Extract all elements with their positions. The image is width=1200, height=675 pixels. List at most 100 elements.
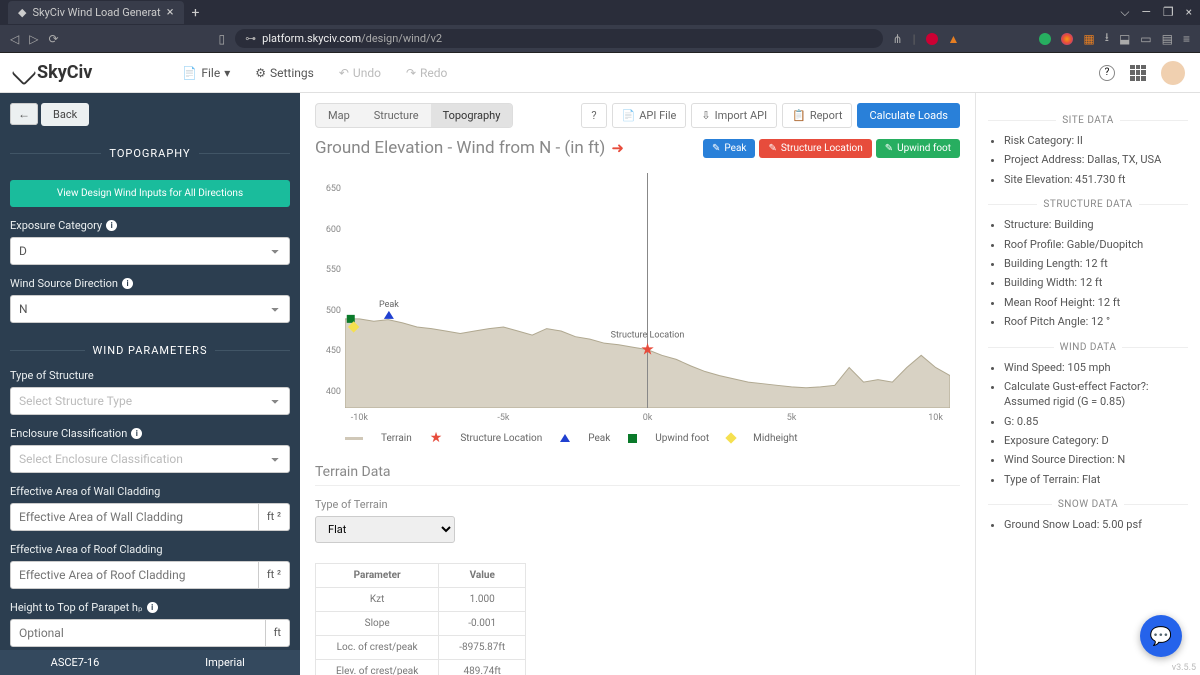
back-button[interactable]: Back (41, 103, 89, 126)
list-item: Building Length: 12 ft (1004, 256, 1188, 271)
ext-icon-5[interactable]: ▦ (1083, 32, 1094, 46)
list-item: Mean Roof Height: 12 ft (1004, 295, 1188, 310)
square-icon (628, 434, 637, 443)
ext-icon-9[interactable]: ▤ (1162, 32, 1173, 46)
close-tab-icon[interactable]: × (167, 5, 174, 20)
elevation-chart[interactable]: 400450500550600650 ★PeakStructure Locati… (315, 168, 960, 428)
terrain-data-header: Terrain Data (315, 464, 960, 486)
wind-params-header: WIND PARAMETERS (10, 337, 290, 351)
browser-tab[interactable]: ◆SkyCiv Wind Load Generat × (8, 1, 184, 24)
list-item: Structure: Building (1004, 217, 1188, 232)
tab-structure[interactable]: Structure (362, 104, 431, 127)
bookmark-icon[interactable]: ▯ (219, 32, 226, 46)
roof-cladding-label: Effective Area of Roof Cladding (10, 543, 290, 556)
parapet-input[interactable] (10, 619, 266, 647)
view-design-inputs-button[interactable]: View Design Wind Inputs for All Directio… (10, 180, 290, 207)
back-arrow-icon[interactable]: ← (10, 103, 38, 125)
table-row: Kzt1.000 (316, 588, 526, 612)
bottom-toggle: ASCE7-16 Imperial (0, 650, 300, 675)
nav-reload-icon[interactable]: ⟳ (48, 32, 58, 46)
table-row: Loc. of crest/peak-8975.87ft (316, 636, 526, 660)
parapet-label: Height to Top of Parapet hₚi (10, 601, 290, 614)
unit-label: ft ² (259, 503, 290, 531)
ext-icon-7[interactable]: ⬓ (1119, 32, 1130, 46)
sidebar: ← Back TOPOGRAPHY View Design Wind Input… (0, 93, 300, 675)
wall-cladding-input[interactable] (10, 503, 259, 531)
api-file-button[interactable]: 📄 API File (612, 103, 687, 128)
info-icon[interactable]: i (106, 220, 117, 231)
units-toggle[interactable]: Imperial (150, 650, 300, 675)
info-icon[interactable]: i (122, 278, 133, 289)
arrow-right-icon: ➜ (611, 139, 624, 157)
svg-text:Peak: Peak (379, 300, 399, 310)
user-avatar[interactable] (1161, 61, 1185, 85)
version-label: v3.5.5 (1172, 663, 1196, 673)
ext-icon-4[interactable] (1061, 33, 1073, 45)
wind-direction-select[interactable]: N (10, 295, 290, 323)
ext-icon-1[interactable] (926, 33, 938, 45)
view-tabs: Map Structure Topography (315, 103, 513, 128)
code-toggle[interactable]: ASCE7-16 (0, 650, 150, 675)
import-api-button[interactable]: ⇩ Import API (691, 103, 777, 128)
structure-data-header: STRUCTURE DATA (988, 193, 1188, 205)
site-data-header: SITE DATA (988, 109, 1188, 121)
star-icon: ★ (430, 430, 443, 446)
info-icon[interactable]: i (131, 428, 142, 439)
menu-icon[interactable]: ≡ (1183, 32, 1190, 46)
terrain-type-select[interactable]: Flat (315, 516, 455, 543)
help-icon[interactable]: ? (1099, 65, 1115, 81)
window-minimize-icon[interactable]: — (1141, 5, 1150, 20)
file-menu[interactable]: 📄 File ▾ (182, 66, 230, 80)
list-item: Roof Pitch Angle: 12 ° (1004, 314, 1188, 329)
window-restore-icon[interactable]: ❐ (1163, 5, 1174, 20)
list-item: Building Width: 12 ft (1004, 275, 1188, 290)
report-button[interactable]: 📋 Report (782, 103, 852, 128)
tab-topography[interactable]: Topography (431, 104, 513, 127)
type-structure-label: Type of Structure (10, 369, 290, 382)
browser-tab-bar: ◆SkyCiv Wind Load Generat × + ⌵ — ❐ × (0, 0, 1200, 25)
share-icon[interactable]: ⋔ (893, 32, 903, 46)
nav-fwd-icon[interactable]: ▷ (29, 32, 38, 46)
diamond-icon (725, 432, 736, 443)
terrain-swatch (345, 437, 363, 440)
svg-text:★: ★ (640, 340, 654, 359)
roof-cladding-input[interactable] (10, 561, 259, 589)
calculate-loads-button[interactable]: Calculate Loads (857, 103, 960, 128)
wind-direction-label: Wind Source Directioni (10, 277, 290, 290)
peak-badge[interactable]: ✎ Peak (703, 139, 755, 158)
window-close-icon[interactable]: × (1186, 5, 1192, 20)
structure-location-badge[interactable]: ✎ Structure Location (759, 139, 871, 158)
ext-icon-6[interactable]: ⭳ (1105, 28, 1109, 49)
exposure-category-select[interactable]: D (10, 237, 290, 265)
settings-menu[interactable]: ⚙ Settings (255, 66, 314, 80)
upwind-foot-badge[interactable]: ✎ Upwind foot (876, 139, 960, 158)
browser-url-bar: ◁ ▷ ⟳ ▯ ⊶ platform.skyciv.com/design/win… (0, 25, 1200, 53)
topography-header: TOPOGRAPHY (10, 140, 290, 154)
exposure-category-label: Exposure Categoryi (10, 219, 290, 232)
site-settings-icon[interactable]: ⊶ (245, 32, 256, 45)
unit-label: ft ² (259, 561, 290, 589)
list-item: Risk Category: II (1004, 133, 1188, 148)
info-icon[interactable]: i (147, 602, 158, 613)
type-structure-select[interactable]: Select Structure Type (10, 387, 290, 415)
ext-icon-2[interactable]: ▲ (948, 32, 960, 46)
list-item: Exposure Category: D (1004, 433, 1188, 448)
app-toolbar: SkyCiv 📄 File ▾ ⚙ Settings ↶ Undo ↷ Redo… (0, 53, 1200, 93)
chat-bubble-icon[interactable]: 💬 (1140, 615, 1182, 657)
list-item: Ground Snow Load: 5.00 psf (1004, 517, 1188, 532)
redo-button[interactable]: ↷ Redo (406, 66, 447, 80)
enclosure-select[interactable]: Select Enclosure Classification (10, 445, 290, 473)
ext-icon-3[interactable] (1039, 33, 1051, 45)
ext-icon-8[interactable]: ▭ (1140, 32, 1151, 46)
help-button[interactable]: ? (581, 103, 606, 128)
tab-map[interactable]: Map (316, 104, 362, 127)
url-field[interactable]: ⊶ platform.skyciv.com/design/wind/v2 (235, 29, 882, 48)
apps-icon[interactable] (1130, 65, 1146, 81)
undo-button[interactable]: ↶ Undo (339, 66, 381, 80)
brand-logo[interactable]: SkyCiv (15, 62, 92, 83)
nav-back-icon[interactable]: ◁ (10, 32, 19, 46)
terrain-type-label: Type of Terrain (315, 498, 960, 511)
caret-down-icon[interactable]: ⌵ (1120, 5, 1129, 20)
chart-legend: Terrain ★Structure Location Peak Upwind … (315, 430, 960, 446)
new-tab-icon[interactable]: + (192, 5, 200, 21)
